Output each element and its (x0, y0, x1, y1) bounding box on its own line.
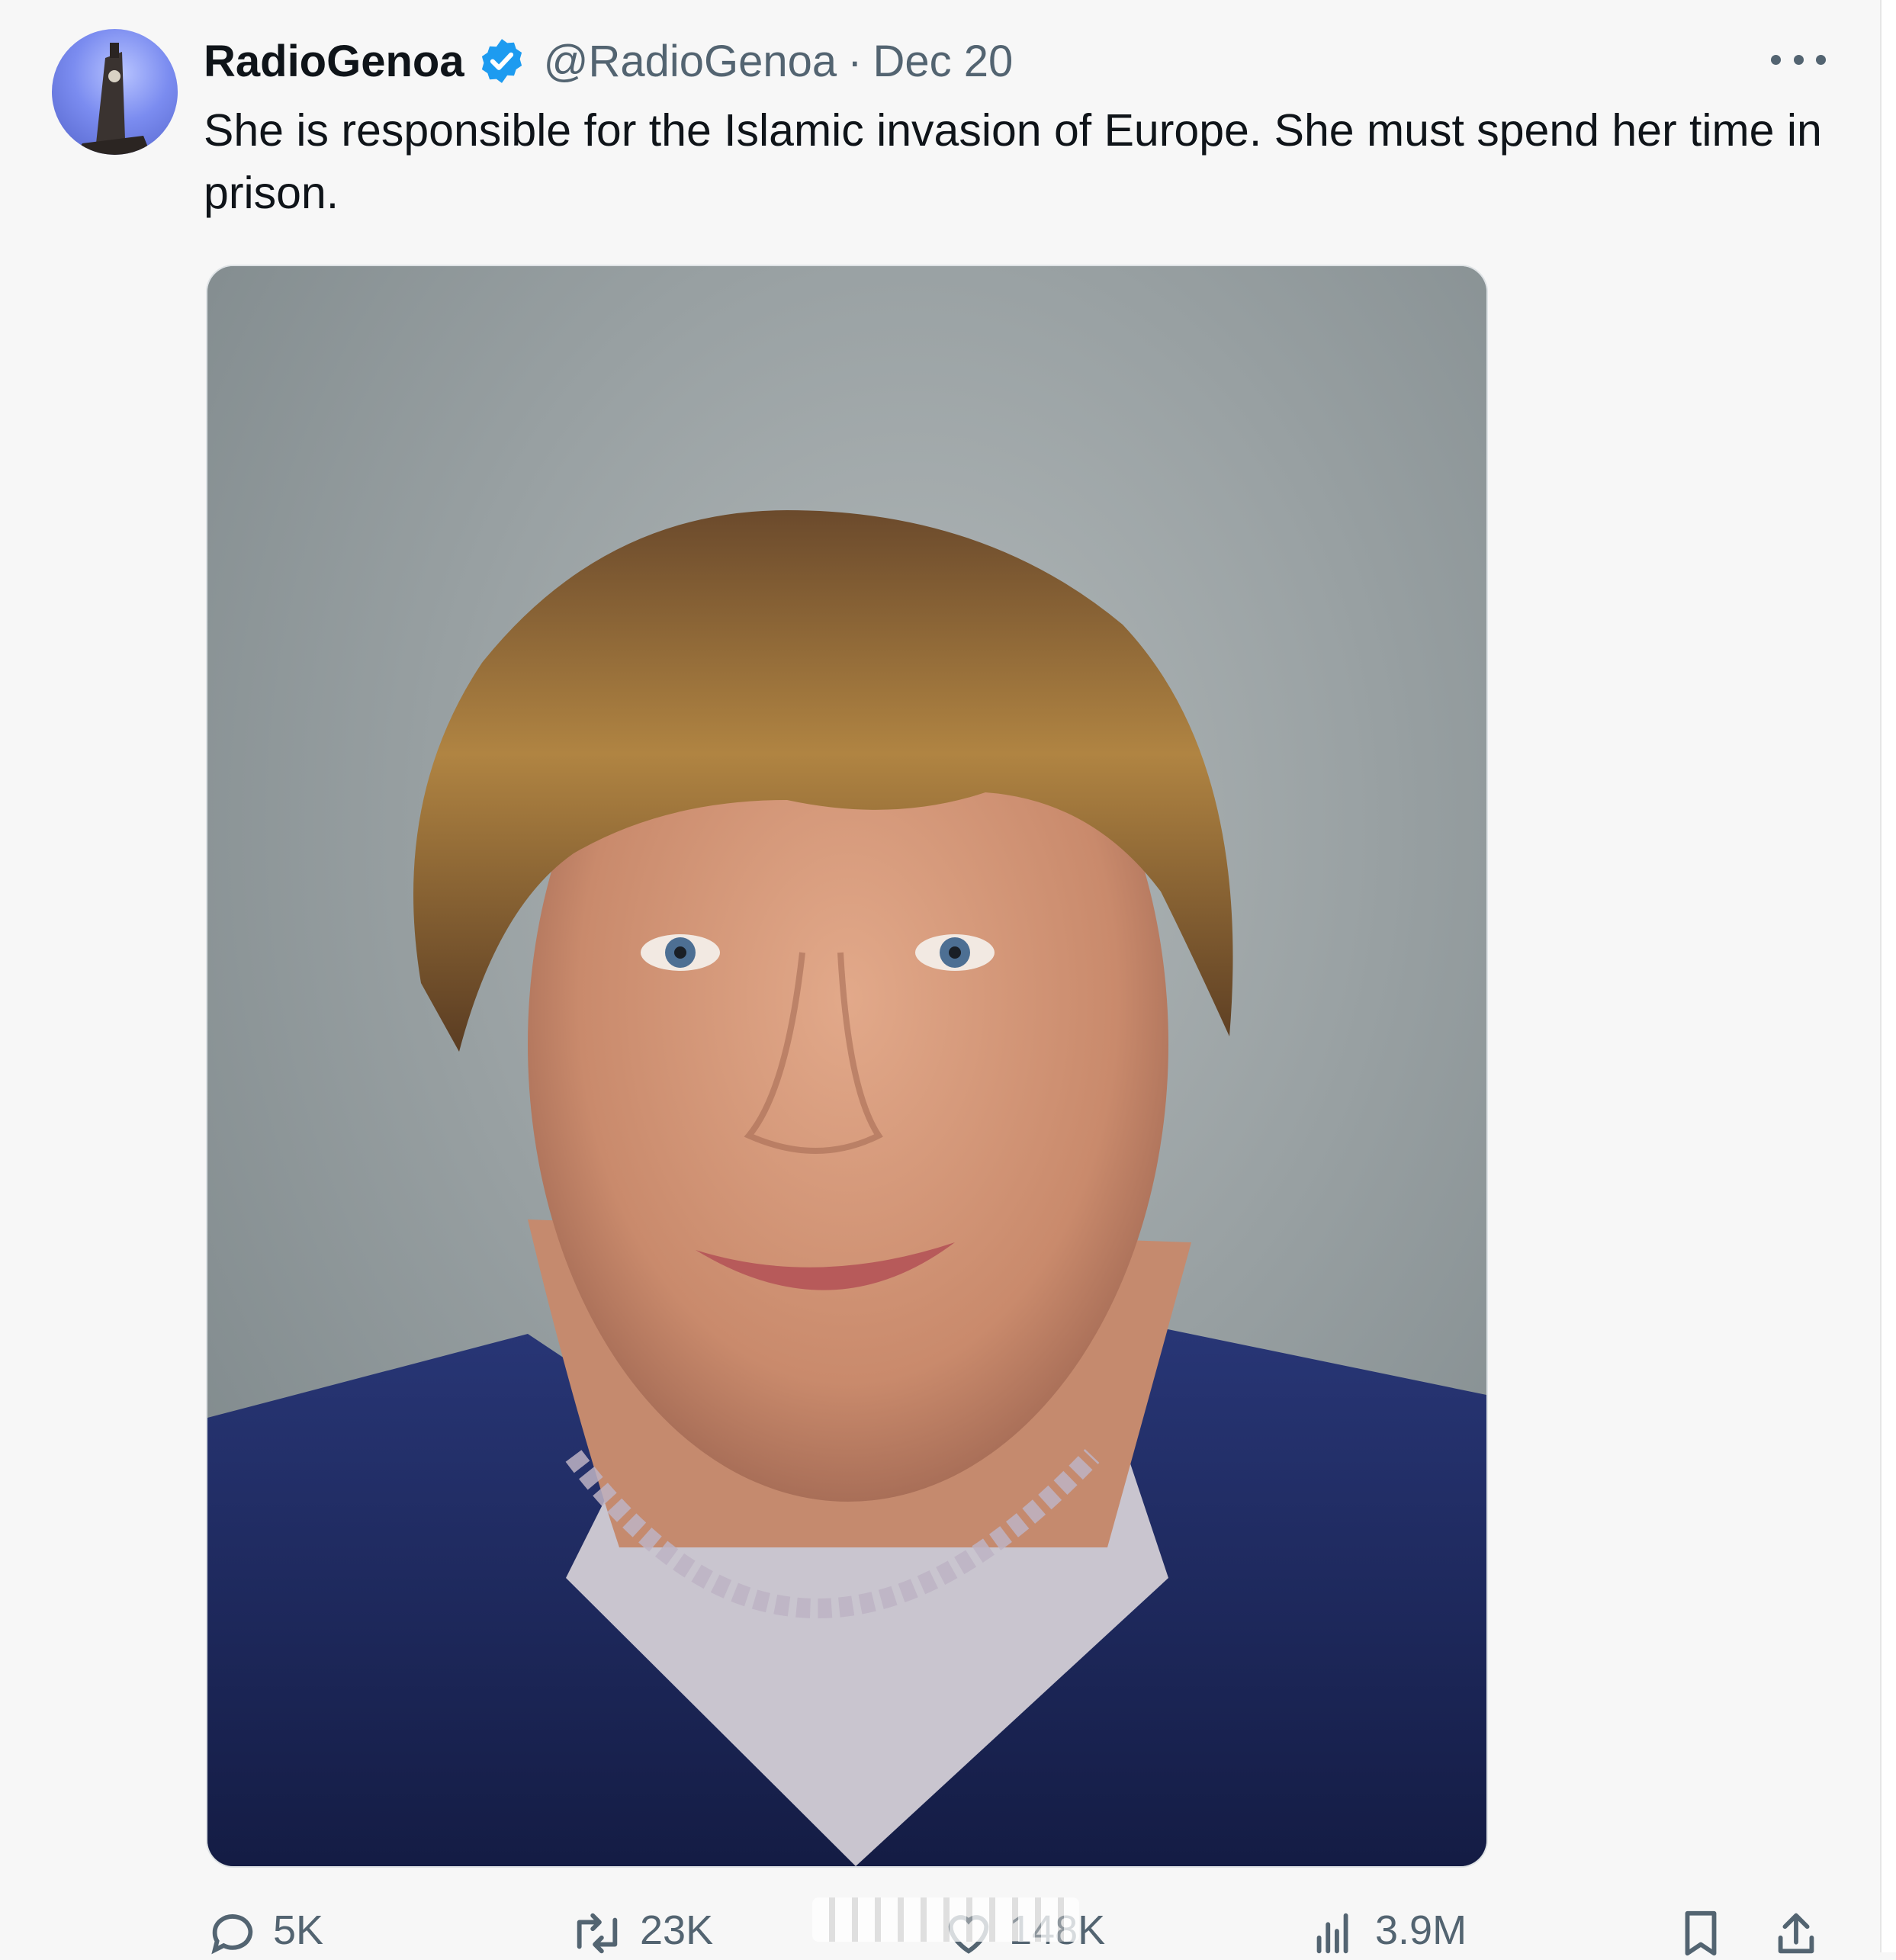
reply-count: 5K (273, 1907, 324, 1953)
portrait-photo (207, 266, 1486, 1866)
watermark-overlay (812, 1897, 1079, 1942)
separator: · (847, 36, 863, 86)
user-handle[interactable]: @RadioGenoa (544, 36, 837, 87)
repost-count: 23K (640, 1907, 714, 1953)
display-name[interactable]: RadioGenoa (204, 36, 464, 87)
verified-badge-icon (481, 39, 522, 83)
tweet-media[interactable] (206, 265, 1488, 1868)
tweet-header: RadioGenoa @RadioGenoa · Dec 20 (204, 31, 1013, 92)
tweet-date[interactable]: Dec 20 (873, 36, 1014, 87)
tower-avatar-image (75, 43, 151, 155)
views-count: 3.9M (1375, 1907, 1467, 1953)
right-panel-edge (1880, 0, 1896, 1952)
avatar[interactable] (52, 29, 178, 155)
tweet-text: She is responsible for the Islamic invas… (204, 105, 1822, 218)
more-dots-icon[interactable] (1771, 44, 1826, 75)
